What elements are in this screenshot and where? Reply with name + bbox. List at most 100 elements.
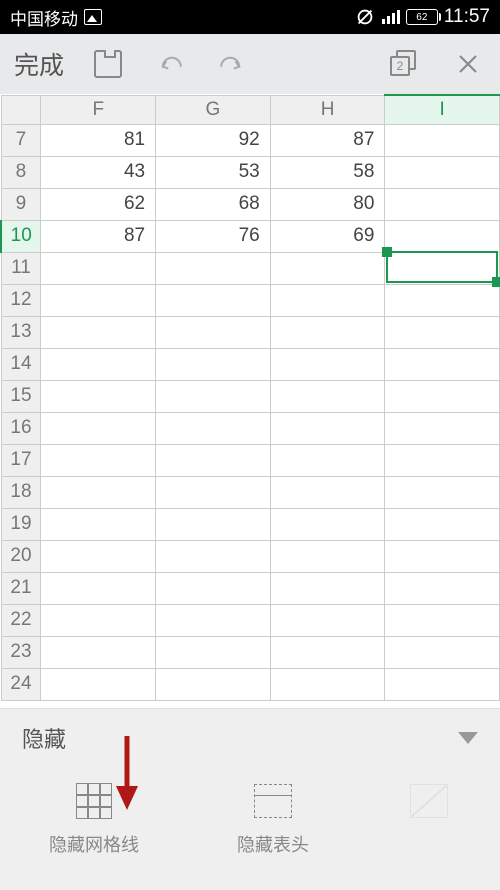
undo-button[interactable] (152, 46, 188, 82)
row-header[interactable]: 9 (1, 188, 41, 220)
corner-cell[interactable] (1, 95, 41, 124)
row-header[interactable]: 16 (1, 412, 41, 444)
row-header[interactable]: 19 (1, 508, 41, 540)
cell[interactable] (41, 604, 156, 636)
row-header[interactable]: 12 (1, 284, 41, 316)
cell[interactable] (41, 636, 156, 668)
sheets-button[interactable]: 2 (386, 46, 422, 82)
hide-gridlines-button[interactable]: 隐藏网格线 (49, 781, 139, 857)
cell[interactable] (156, 316, 271, 348)
cell[interactable] (385, 636, 500, 668)
cell[interactable] (41, 668, 156, 700)
row-header[interactable]: 15 (1, 380, 41, 412)
cell[interactable] (385, 188, 500, 220)
cell[interactable] (385, 572, 500, 604)
cell[interactable] (270, 540, 385, 572)
cell[interactable] (156, 540, 271, 572)
cell[interactable] (156, 252, 271, 284)
cell[interactable] (385, 444, 500, 476)
hide-headers-button[interactable]: 隐藏表头 (237, 781, 309, 857)
cell[interactable] (156, 508, 271, 540)
cell[interactable]: 43 (41, 156, 156, 188)
cell[interactable] (41, 444, 156, 476)
cell[interactable] (41, 380, 156, 412)
cell[interactable]: 62 (41, 188, 156, 220)
cell[interactable] (41, 316, 156, 348)
save-button[interactable] (90, 46, 126, 82)
cell[interactable] (156, 412, 271, 444)
close-button[interactable] (450, 46, 486, 82)
cell[interactable] (41, 252, 156, 284)
row-header[interactable]: 18 (1, 476, 41, 508)
row-header[interactable]: 17 (1, 444, 41, 476)
cell[interactable]: 87 (41, 220, 156, 252)
cell[interactable] (385, 508, 500, 540)
cell[interactable] (156, 476, 271, 508)
redo-button[interactable] (214, 46, 250, 82)
cell[interactable] (156, 284, 271, 316)
row-header[interactable]: 23 (1, 636, 41, 668)
cell[interactable] (270, 348, 385, 380)
cell[interactable]: 69 (270, 220, 385, 252)
cell[interactable]: 92 (156, 124, 271, 156)
row-header[interactable]: 24 (1, 668, 41, 700)
row-header[interactable]: 8 (1, 156, 41, 188)
cell[interactable] (385, 412, 500, 444)
cell[interactable] (270, 316, 385, 348)
cell[interactable] (270, 508, 385, 540)
cell[interactable] (270, 476, 385, 508)
cell[interactable] (41, 540, 156, 572)
cell-selection[interactable] (386, 251, 498, 283)
cell[interactable] (385, 316, 500, 348)
cell[interactable] (385, 124, 500, 156)
cell[interactable] (385, 284, 500, 316)
cell[interactable] (270, 252, 385, 284)
cell[interactable] (270, 284, 385, 316)
cell[interactable] (156, 444, 271, 476)
cell[interactable] (156, 572, 271, 604)
row-header[interactable]: 7 (1, 124, 41, 156)
spreadsheet[interactable]: FGHI781928784353589626880108776691112131… (0, 94, 500, 708)
cell[interactable] (41, 508, 156, 540)
cell[interactable] (41, 476, 156, 508)
cell[interactable]: 80 (270, 188, 385, 220)
cell[interactable] (385, 348, 500, 380)
cell[interactable] (385, 604, 500, 636)
row-header[interactable]: 13 (1, 316, 41, 348)
cell[interactable] (156, 668, 271, 700)
row-header[interactable]: 22 (1, 604, 41, 636)
column-header[interactable]: G (156, 95, 271, 124)
cell[interactable]: 87 (270, 124, 385, 156)
cell[interactable] (41, 572, 156, 604)
cell[interactable] (270, 444, 385, 476)
cell[interactable] (156, 348, 271, 380)
cell[interactable] (270, 380, 385, 412)
row-header[interactable]: 14 (1, 348, 41, 380)
row-header[interactable]: 21 (1, 572, 41, 604)
cell[interactable] (41, 284, 156, 316)
column-header[interactable]: I (385, 95, 500, 124)
cell[interactable] (156, 380, 271, 412)
cell[interactable] (270, 412, 385, 444)
done-button[interactable]: 完成 (14, 46, 64, 82)
cell[interactable] (41, 412, 156, 444)
row-header[interactable]: 10 (1, 220, 41, 252)
cell[interactable] (270, 604, 385, 636)
column-header[interactable]: F (41, 95, 156, 124)
cell[interactable] (156, 636, 271, 668)
cell[interactable]: 76 (156, 220, 271, 252)
cell[interactable] (270, 636, 385, 668)
panel-header[interactable]: 隐藏 (0, 709, 500, 767)
cell[interactable]: 58 (270, 156, 385, 188)
cell[interactable]: 81 (41, 124, 156, 156)
cell[interactable] (385, 668, 500, 700)
hide-diagonal-button[interactable] (407, 781, 451, 857)
cell[interactable] (385, 540, 500, 572)
cell[interactable] (270, 572, 385, 604)
cell[interactable] (270, 668, 385, 700)
cell[interactable] (385, 476, 500, 508)
cell[interactable]: 68 (156, 188, 271, 220)
cell[interactable] (385, 380, 500, 412)
row-header[interactable]: 11 (1, 252, 41, 284)
cell[interactable] (41, 348, 156, 380)
